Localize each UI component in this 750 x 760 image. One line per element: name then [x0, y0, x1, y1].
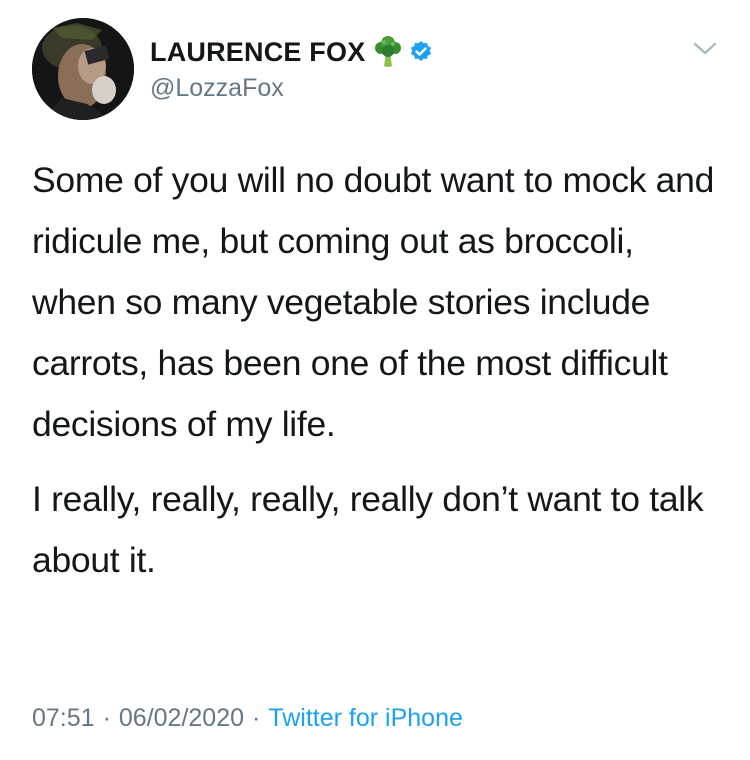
- meta-separator: ·: [252, 704, 261, 732]
- tweet-time[interactable]: 07:51: [32, 704, 95, 732]
- tweet-source-link[interactable]: Twitter for iPhone: [268, 704, 463, 732]
- tweet-date[interactable]: 06/02/2020: [119, 704, 244, 732]
- name-row: LAURENCE FOX: [150, 32, 433, 72]
- tweet-paragraph: Some of you will no doubt want to mock a…: [32, 160, 715, 444]
- broccoli-icon: [373, 36, 403, 68]
- tweet-meta: 07:51 · 06/02/2020 · Twitter for iPhone: [32, 704, 463, 733]
- tweet-card: LAURENCE FOX @LozzaFox Some of you will …: [0, 0, 750, 760]
- display-name[interactable]: LAURENCE FOX: [150, 37, 365, 68]
- tweet-text: Some of you will no doubt want to mock a…: [32, 150, 722, 591]
- meta-separator: ·: [102, 704, 111, 732]
- author-names: LAURENCE FOX @LozzaFox: [150, 32, 433, 103]
- author-handle[interactable]: @LozzaFox: [150, 74, 433, 103]
- verified-icon: [409, 40, 433, 64]
- avatar[interactable]: [32, 18, 134, 120]
- tweet-header: LAURENCE FOX @LozzaFox: [32, 18, 722, 122]
- tweet-paragraph: I really, really, really, really don’t w…: [32, 479, 704, 580]
- chevron-down-icon[interactable]: [692, 40, 718, 58]
